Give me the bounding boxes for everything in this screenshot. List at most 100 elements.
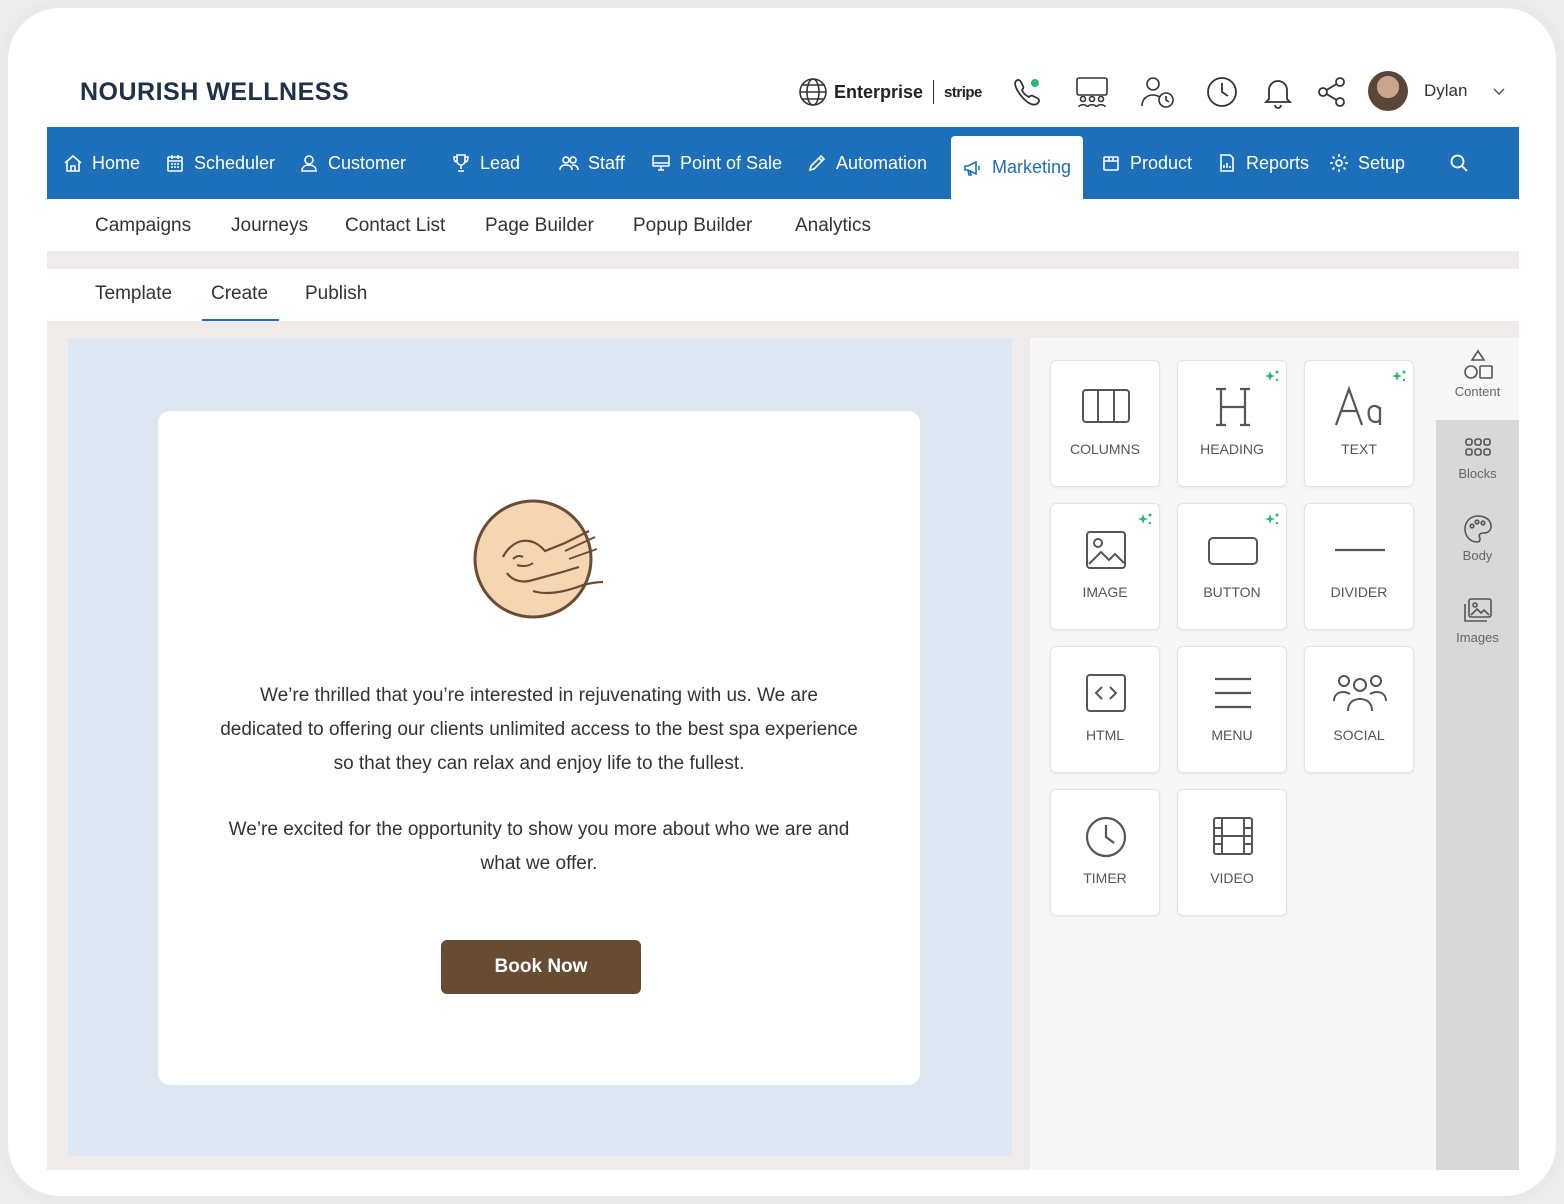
book-now-button[interactable]: Book Now [441,940,641,994]
ai-sparkle-icon [1138,513,1152,525]
divider-icon [1335,548,1385,552]
calendar-icon [167,155,183,172]
blocks-icon [1464,438,1491,456]
shapes-icon [1463,349,1493,379]
heading-icon [1216,387,1250,427]
pencil-icon [808,154,826,172]
user-icon [301,155,317,172]
subtab-popup-builder[interactable]: Popup Builder [633,215,752,237]
nav-product[interactable]: Product [1101,127,1192,199]
plan-label: Enterprise [834,81,924,102]
tool-video[interactable]: VIDEO [1177,789,1287,916]
nav-label: Customer [328,152,407,173]
nav-point-of-sale[interactable]: Point of Sale [651,127,782,199]
separator-band [47,251,1519,269]
rail-label: Images [1456,630,1499,645]
user-name[interactable]: Dylan [1424,81,1467,101]
button-icon [1208,537,1258,565]
clock-icon[interactable] [1204,74,1240,110]
tool-heading[interactable]: HEADING [1177,360,1287,487]
nav-label: Point of Sale [680,152,783,173]
tool-social[interactable]: SOCIAL [1304,646,1414,773]
ai-sparkle-icon [1392,370,1406,382]
spa-logo-icon[interactable] [473,499,607,621]
tool-label: HTML [1085,727,1125,743]
main-nav: Home Scheduler Customer Lead Staff Point… [47,127,1519,199]
users-icon [559,156,579,171]
nav-automation[interactable]: Automation [807,127,927,199]
subtab-campaigns[interactable]: Campaigns [95,215,191,237]
chevron-down-icon[interactable] [1492,84,1506,98]
images-icon [1463,598,1492,622]
nav-label: Setup [1358,152,1406,173]
tool-timer[interactable]: TIMER [1050,789,1160,916]
stripe-logo: stripe [944,83,982,101]
nav-reports[interactable]: Reports [1217,127,1309,199]
email-canvas[interactable]: We’re thrilled that you’re interested in… [68,338,1012,1156]
rail-content[interactable]: Content [1436,338,1519,420]
share-icon[interactable] [1314,74,1350,110]
tool-columns[interactable]: COLUMNS [1050,360,1160,487]
tool-label: IMAGE [1082,584,1128,600]
tool-label: BUTTON [1203,584,1261,600]
nav-marketing[interactable]: Marketing [951,136,1084,199]
bell-icon[interactable] [1260,74,1296,110]
phone-icon[interactable] [1008,74,1044,110]
tool-image[interactable]: IMAGE [1050,503,1160,630]
tool-button[interactable]: BUTTON [1177,503,1287,630]
tool-html[interactable]: HTML [1050,646,1160,773]
tool-text[interactable]: TEXT [1304,360,1414,487]
tool-label: MENU [1211,727,1253,743]
subtab-analytics[interactable]: Analytics [795,215,871,237]
plan-indicator[interactable]: Enterprise stripe [798,70,982,114]
rail-blocks[interactable]: Blocks [1436,420,1519,502]
email-card[interactable]: We’re thrilled that you’re interested in… [158,411,920,1085]
code-icon [1086,674,1126,712]
intro-paragraph[interactable]: We’re thrilled that you’re interested in… [218,679,860,781]
nav-setup[interactable]: Setup [1329,127,1405,199]
avatar[interactable] [1368,71,1408,111]
tool-label: VIDEO [1210,870,1254,886]
text-icon [1334,385,1382,426]
marketing-subnav: Campaigns Journeys Contact List Page Bui… [47,199,1519,259]
ai-sparkle-icon [1265,370,1279,382]
meeting-icon[interactable] [1074,74,1110,110]
step-publish[interactable]: Publish [305,283,367,305]
video-icon [1213,817,1253,855]
builder-steps: Template Create Publish [47,269,1519,321]
tool-label: COLUMNS [1069,441,1140,457]
subtab-page-builder[interactable]: Page Builder [485,215,594,237]
box-icon [1103,156,1119,171]
home-icon [64,154,82,172]
step-template[interactable]: Template [95,283,172,305]
second-paragraph[interactable]: We’re excited for the opportunity to sho… [218,813,860,881]
megaphone-icon [964,160,980,176]
trophy-icon [453,154,469,172]
tool-label: HEADING [1200,441,1264,457]
rail-label: Body [1462,548,1493,563]
step-create[interactable]: Create [211,283,268,305]
subtab-contact-list[interactable]: Contact List [345,215,445,237]
monitor-icon [652,155,670,171]
nav-lead[interactable]: Lead [451,127,520,199]
menu-icon [1215,677,1251,709]
rail-label: Blocks [1458,466,1497,481]
app-frame: NOURISH WELLNESS Enterprise stripe Dylan… [0,0,1564,1204]
search-button[interactable] [1449,127,1469,199]
rail-body[interactable]: Body [1436,502,1519,584]
nav-staff[interactable]: Staff [559,127,625,199]
brand-logo: NOURISH WELLNESS [80,78,350,106]
nav-customer[interactable]: Customer [299,127,406,199]
palette-icon [1463,515,1492,543]
rail-images[interactable]: Images [1436,584,1519,666]
nav-label: Home [92,152,141,173]
divider [933,80,935,104]
subtab-journeys[interactable]: Journeys [231,215,308,237]
nav-scheduler[interactable]: Scheduler [165,127,275,199]
user-clock-icon[interactable] [1140,74,1176,110]
tool-divider[interactable]: DIVIDER [1304,503,1414,630]
image-icon [1086,531,1126,569]
nav-label: Product [1130,152,1193,173]
nav-home[interactable]: Home [63,127,140,199]
tool-menu[interactable]: MENU [1177,646,1287,773]
